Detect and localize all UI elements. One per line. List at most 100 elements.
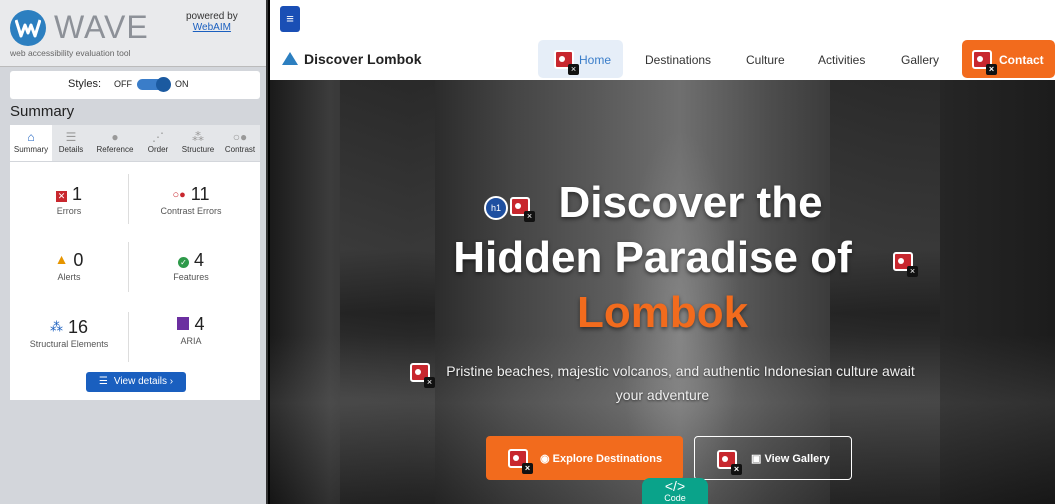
stat-count: 4 [194, 314, 205, 334]
toggle-knob [156, 77, 171, 92]
website-preview: ≡ Discover Lombok Home Destinations Cult… [270, 0, 1055, 504]
nav-home-label: Home [579, 53, 612, 67]
gallery-label: ▣ View Gallery [751, 452, 830, 465]
stat-label: Structural Elements [29, 339, 109, 349]
tab-summary[interactable]: ⌂ Summary [10, 125, 52, 161]
styles-toggle[interactable] [137, 77, 171, 92]
contact-button[interactable]: Contact [962, 40, 1055, 78]
stat-features[interactable]: ✓ 4 Features [132, 250, 250, 282]
hero-title-line3: Lombok [576, 288, 749, 337]
stat-errors[interactable]: ✕ 1 Errors [10, 184, 128, 216]
list-icon: ☰ [65, 130, 77, 144]
powered-by-text: powered by [186, 11, 238, 22]
stat-label: Alerts [57, 272, 81, 282]
mountain-logo-icon [282, 52, 298, 65]
divider [128, 174, 129, 224]
explore-text: Explore Destinations [552, 453, 663, 465]
styles-label: Styles: [68, 78, 102, 90]
stat-label: ARIA [180, 336, 202, 346]
divider [128, 312, 129, 362]
tab-label: Details [58, 145, 84, 154]
powered-by: powered by WebAIM [186, 11, 238, 33]
wave-tagline: web accessibility evaluation tool [10, 48, 131, 58]
summary-heading: Summary [10, 103, 75, 120]
code-icon: </> [664, 478, 686, 494]
code-tab-label: Code [664, 493, 686, 503]
alert-icon: ▲ [54, 251, 69, 267]
aria-icon [177, 317, 190, 330]
image-icon: ▣ [751, 453, 765, 465]
explore-label: ◉ Explore Destinations [540, 452, 662, 465]
explore-destinations-button[interactable]: ◉ Explore Destinations [486, 436, 683, 480]
nav-gallery[interactable]: Gallery [901, 53, 939, 67]
view-gallery-button[interactable]: ▣ View Gallery [694, 436, 852, 480]
wave-logo-icon [10, 10, 46, 46]
structure-icon: ⁂ [192, 130, 204, 144]
home-icon: ⌂ [27, 130, 35, 144]
structure-icon: ⁂ [49, 319, 63, 334]
hero-subtitle-line1: Pristine beaches, majestic volcanos, and… [446, 363, 915, 379]
gallery-text: View Gallery [764, 453, 830, 465]
tab-label: Contrast [224, 145, 256, 154]
brand-label: Discover Lombok [304, 51, 422, 67]
error-icon: ✕ [55, 191, 67, 202]
wave-panel: WAVE web accessibility evaluation tool p… [0, 0, 268, 504]
wave-page-toolbar: ≡ [270, 0, 1055, 40]
site-brand[interactable]: Discover Lombok [282, 51, 421, 67]
hero-title-line2: Hidden Paradise of [453, 233, 852, 282]
tab-contrast[interactable]: ○● Contrast [220, 125, 260, 161]
tab-label: Reference [96, 145, 134, 154]
tab-reference[interactable]: ● Reference [90, 125, 140, 161]
wave-error-icon [717, 450, 742, 475]
stat-alerts[interactable]: ▲ 0 Alerts [10, 250, 128, 282]
wave-title: WAVE [54, 9, 149, 45]
wave-error-icon [893, 252, 918, 277]
stat-aria[interactable]: 4 ARIA [132, 314, 250, 346]
wave-document-icon[interactable]: ≡ [280, 6, 300, 32]
stat-count: 4 [193, 250, 204, 270]
stat-label: Features [173, 272, 209, 282]
nav-culture[interactable]: Culture [746, 53, 785, 67]
nav-activities[interactable]: Activities [818, 53, 865, 67]
nav-destinations[interactable]: Destinations [645, 53, 711, 67]
wave-error-icon [508, 449, 533, 474]
tab-label: Summary [13, 145, 49, 154]
list-icon: ☰ [98, 376, 108, 387]
order-icon: ⋰ [152, 130, 164, 144]
summary-stats: ✕ 1 Errors ○● 11 Contrast Errors ▲ 0 Alerts… [10, 162, 260, 400]
contact-label: Contact [999, 53, 1044, 67]
stat-count: 0 [73, 250, 84, 270]
hero-subtitle-line2: your adventure [615, 387, 710, 403]
stat-count: 11 [190, 184, 210, 204]
tab-label: Structure [181, 145, 215, 154]
styles-off-label: OFF [114, 79, 132, 89]
contrast-icon: ○● [232, 130, 248, 144]
contrast-error-icon: ○● [172, 189, 186, 201]
wave-tabs: ⌂ Summary ☰ Details ● Reference ⋰ Order … [10, 125, 260, 161]
divider [128, 242, 129, 292]
webaim-link[interactable]: WebAIM [186, 22, 238, 33]
nav-home[interactable]: Home [538, 40, 623, 78]
feature-icon: ✓ [177, 257, 189, 268]
stat-count: 1 [71, 184, 82, 204]
wave-header: WAVE web accessibility evaluation tool p… [0, 0, 266, 67]
code-panel-tab[interactable]: </> Code [642, 478, 708, 504]
stat-contrast-errors[interactable]: ○● 11 Contrast Errors [132, 184, 250, 216]
stat-structural-elements[interactable]: ⁂ 16 Structural Elements [10, 317, 128, 349]
wave-error-icon [972, 50, 997, 75]
site-navbar: Discover Lombok Home Destinations Cultur… [270, 40, 1055, 80]
styles-toggle-row: Styles: OFF ON [10, 71, 260, 99]
tab-structure[interactable]: ⁂ Structure [176, 125, 220, 161]
hero-title-line1: Discover the [558, 178, 823, 227]
stat-count: 16 [67, 317, 89, 337]
tab-details[interactable]: ☰ Details [52, 125, 90, 161]
wave-error-icon [554, 50, 579, 75]
compass-icon: ◉ [540, 453, 553, 465]
tab-label: Order [147, 145, 169, 154]
view-details-label: View details › [113, 376, 174, 387]
styles-on-label: ON [175, 79, 189, 89]
info-icon: ● [111, 130, 119, 144]
stat-label: Contrast Errors [160, 206, 222, 216]
view-details-button[interactable]: ☰ View details › [86, 372, 186, 392]
tab-order[interactable]: ⋰ Order [140, 125, 176, 161]
